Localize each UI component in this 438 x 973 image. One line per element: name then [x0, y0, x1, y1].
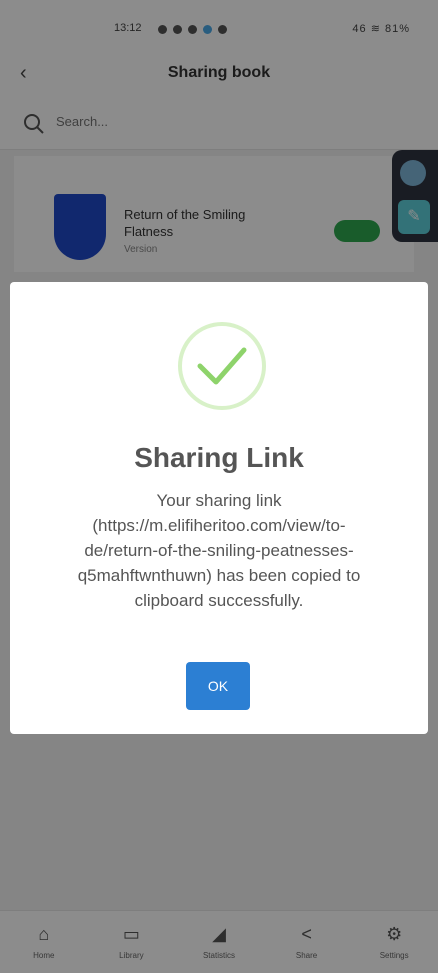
check-icon	[197, 347, 247, 385]
success-circle	[178, 322, 266, 410]
ok-button[interactable]: OK	[186, 662, 250, 710]
dialog-title: Sharing Link	[134, 442, 304, 473]
sharing-link-dialog: Sharing Link Your sharing link (https://…	[10, 282, 428, 734]
dialog-message: Your sharing link (https://m.elifiherito…	[77, 491, 361, 610]
